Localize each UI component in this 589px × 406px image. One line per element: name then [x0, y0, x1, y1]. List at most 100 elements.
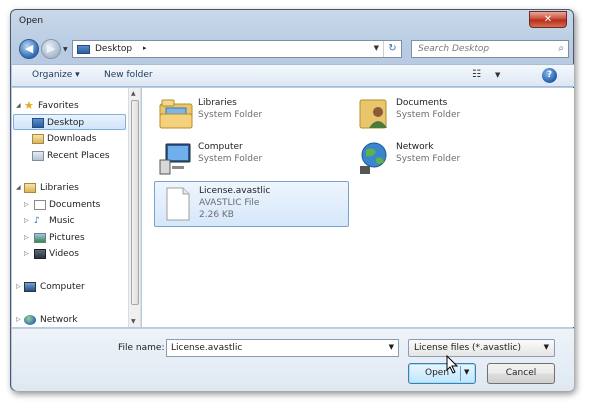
cancel-button-label: Cancel — [505, 368, 537, 378]
file-name: Network — [396, 142, 434, 152]
refresh-icon: ↻ — [388, 43, 397, 54]
collapse-arrow-icon[interactable]: ◢ — [16, 180, 21, 196]
new-folder-button[interactable]: New folder — [104, 70, 153, 80]
nav-label-favorites: Favorites — [38, 101, 79, 111]
forward-arrow-icon: ▶ — [46, 42, 56, 55]
back-arrow-icon: ◀ — [24, 42, 34, 55]
file-name-value: License.avastlic — [171, 343, 243, 353]
nav-label-recent-places: Recent Places — [47, 151, 110, 161]
recent-locations-dropdown[interactable]: ▼ — [63, 46, 68, 53]
nav-label-libraries: Libraries — [40, 183, 79, 193]
nav-label-desktop: Desktop — [47, 118, 85, 128]
libraries-icon — [24, 183, 36, 193]
file-type: System Folder — [198, 110, 263, 120]
file-type: System Folder — [396, 154, 461, 164]
file-type-value: License files (*.avastlic) — [414, 343, 521, 353]
file-type: System Folder — [396, 110, 461, 120]
chevron-down-icon[interactable]: ▼ — [544, 343, 549, 351]
scrollbar-thumb[interactable] — [131, 100, 139, 305]
file-item-libraries[interactable]: Libraries System Folder — [154, 94, 349, 134]
navigation-bar: ◀ ▶ ▼ Desktop ▸ ▼ ↻ Search Desktop ⌕ — [17, 37, 569, 61]
nav-label-videos: Videos — [49, 249, 79, 259]
file-item-license-avastlic[interactable]: License.avastlic AVASTLIC File 2.26 KB — [154, 181, 349, 227]
close-icon: ✕ — [543, 14, 553, 25]
file-name: Libraries — [198, 98, 237, 108]
title-bar: Open ✕ — [11, 10, 573, 34]
open-dialog: Open ✕ ◀ ▶ ▼ Desktop ▸ ▼ ↻ Search Deskto… — [10, 9, 574, 391]
help-button[interactable]: ? — [542, 68, 557, 83]
help-icon: ? — [546, 70, 553, 80]
close-button[interactable]: ✕ — [529, 11, 567, 28]
expand-arrow-icon[interactable]: ▷ — [24, 230, 29, 246]
scroll-up-icon[interactable]: ▲ — [131, 90, 136, 97]
nav-item-documents[interactable]: ▷ Documents — [12, 197, 127, 213]
music-icon: ♪ — [34, 216, 40, 226]
split-divider — [460, 366, 461, 381]
nav-item-network[interactable]: ▷ Network — [12, 312, 127, 327]
file-type-select[interactable]: License files (*.avastlic) ▼ — [408, 339, 555, 357]
forward-button[interactable]: ▶ — [41, 39, 61, 59]
nav-label-music: Music — [49, 216, 75, 226]
network-icon — [24, 315, 36, 325]
view-dropdown-icon[interactable]: ▼ — [495, 71, 500, 79]
file-size: 2.26 KB — [199, 210, 234, 220]
open-options-dropdown-icon[interactable]: ▼ — [464, 368, 469, 376]
user-documents-folder-icon — [359, 99, 387, 129]
open-button[interactable]: Open ▼ — [408, 363, 476, 384]
address-dropdown-icon[interactable]: ▼ — [374, 44, 379, 52]
expand-arrow-icon[interactable]: ▷ — [16, 312, 21, 327]
nav-item-pictures[interactable]: ▷ Pictures — [12, 230, 127, 246]
organize-button[interactable]: Organize ▾ — [32, 70, 80, 80]
navigation-pane: ◢ ★ Favorites Desktop Downloads Recent P… — [12, 88, 129, 327]
file-list: Libraries System Folder Documents System… — [142, 88, 574, 327]
command-toolbar: Organize ▾ New folder ☷ ▼ ? — [12, 64, 574, 87]
window-title: Open — [19, 16, 44, 26]
file-item-computer[interactable]: Computer System Folder — [154, 138, 349, 178]
expand-arrow-icon[interactable]: ▷ — [24, 246, 29, 262]
nav-label-documents: Documents — [49, 200, 101, 210]
recent-places-icon — [32, 151, 44, 161]
videos-icon — [34, 249, 46, 259]
expand-arrow-icon[interactable]: ▷ — [24, 213, 29, 229]
search-input[interactable]: Search Desktop ⌕ — [411, 40, 569, 58]
nav-item-recent-places[interactable]: Recent Places — [12, 148, 127, 164]
file-type: System Folder — [198, 154, 263, 164]
file-name: License.avastlic — [199, 186, 271, 196]
file-item-network[interactable]: Network System Folder — [352, 138, 547, 178]
computer-icon — [159, 143, 191, 175]
breadcrumb-chevron-icon[interactable]: ▸ — [143, 44, 147, 52]
nav-label-network: Network — [40, 315, 78, 325]
scroll-down-icon[interactable]: ▼ — [131, 318, 136, 325]
expand-arrow-icon[interactable]: ▷ — [16, 279, 21, 295]
search-icon[interactable]: ⌕ — [558, 43, 564, 54]
expand-arrow-icon[interactable]: ▷ — [24, 197, 29, 213]
mouse-cursor-icon — [446, 355, 459, 374]
nav-item-computer[interactable]: ▷ Computer — [12, 279, 127, 295]
file-item-documents[interactable]: Documents System Folder — [352, 94, 547, 134]
generic-file-icon — [166, 187, 190, 221]
pictures-icon — [34, 233, 46, 243]
address-bar[interactable]: Desktop ▸ ▼ ↻ — [72, 40, 402, 58]
desktop-icon — [77, 45, 90, 54]
computer-icon — [24, 282, 36, 292]
nav-item-videos[interactable]: ▷ Videos — [12, 246, 127, 262]
change-view-icon[interactable]: ☷ — [472, 69, 481, 80]
file-name: Documents — [396, 98, 448, 108]
cancel-button[interactable]: Cancel — [487, 363, 555, 384]
search-placeholder: Search Desktop — [418, 44, 490, 54]
nav-item-downloads[interactable]: Downloads — [12, 131, 127, 147]
refresh-button[interactable]: ↻ — [383, 41, 401, 57]
nav-label-pictures: Pictures — [49, 233, 85, 243]
nav-item-libraries[interactable]: ◢ Libraries — [12, 180, 127, 196]
file-name-label: File name: — [118, 343, 165, 353]
nav-item-desktop[interactable]: Desktop — [13, 114, 126, 130]
file-name-input[interactable]: License.avastlic ▼ — [166, 339, 399, 357]
nav-item-music[interactable]: ▷ ♪ Music — [12, 213, 127, 229]
file-name-dropdown-icon[interactable]: ▼ — [389, 343, 394, 351]
back-button[interactable]: ◀ — [19, 39, 39, 59]
navigation-pane-scrollbar[interactable]: ▲ ▼ — [129, 88, 141, 327]
collapse-arrow-icon[interactable]: ◢ — [16, 98, 21, 114]
nav-item-favorites[interactable]: ◢ ★ Favorites — [12, 98, 127, 114]
address-breadcrumb-desktop[interactable]: Desktop — [95, 44, 132, 54]
downloads-folder-icon — [32, 134, 44, 144]
